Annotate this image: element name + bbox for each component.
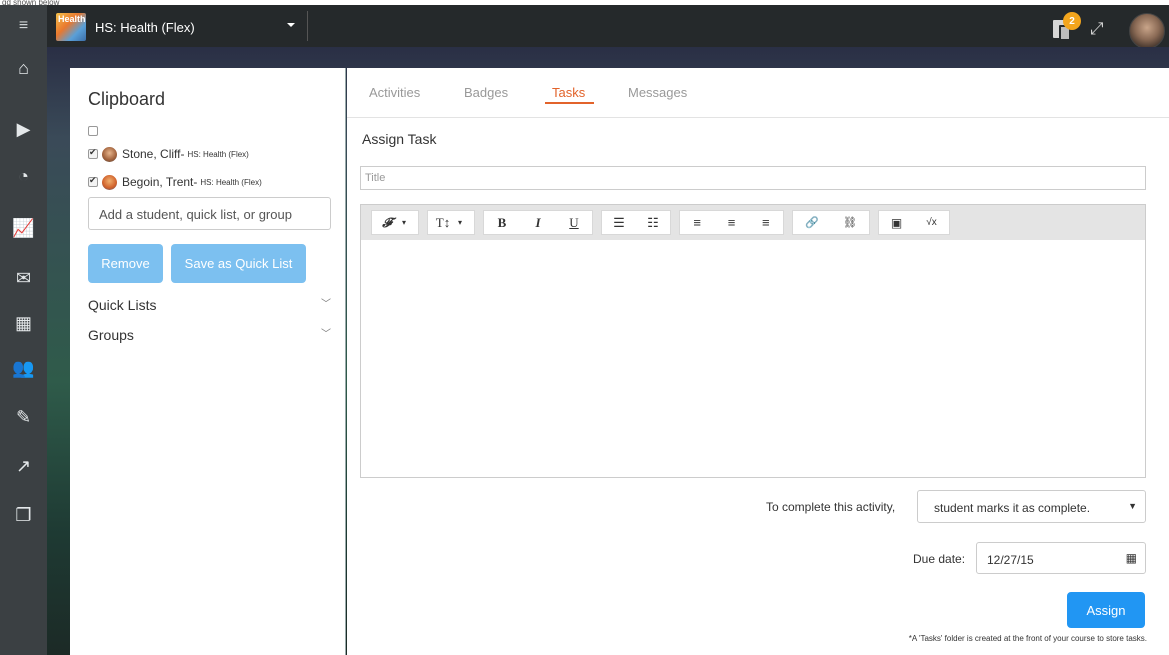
remove-button[interactable]: Remove	[88, 244, 163, 283]
student-course: HS: Health (Flex)	[187, 149, 249, 159]
math-button[interactable]: √x	[914, 217, 949, 228]
rich-text-editor: 𝓕 ▾ T↕ ▾ B I U ☰ ☷ ≡ ≡ ≡ 🔗 ⛓ ▣ √x	[360, 204, 1146, 478]
divider	[307, 11, 308, 41]
notifications-button[interactable]: 2	[1051, 12, 1081, 42]
tab-bar: Activities Badges Tasks Messages	[347, 68, 1169, 118]
tasks-folder-note: *A 'Tasks' folder is created at the fron…	[908, 634, 1147, 643]
hamburger-icon: ≡	[18, 17, 29, 34]
notification-badge: 2	[1063, 12, 1081, 30]
chevron-down-icon: ﹀	[321, 299, 331, 310]
clipboard-title: Clipboard	[88, 89, 166, 109]
top-bar: ≡ Health HS: Health (Flex) 2 ⤢	[0, 5, 1169, 49]
italic-button[interactable]: I	[520, 215, 556, 231]
sidebar: ⌂ ▶ ◔ 📈 ✉ ▦ 👥 ✎ ↗ ❐	[0, 47, 47, 655]
chevron-down-icon	[287, 23, 295, 27]
insert-image-button[interactable]: ▣	[879, 216, 914, 230]
student-name: Begoin, Trent	[122, 175, 194, 189]
main-panel: Activities Badges Tasks Messages Assign …	[347, 68, 1169, 655]
users-icon[interactable]: 👥	[0, 353, 47, 383]
align-left-button[interactable]: ≡	[680, 215, 714, 230]
task-title-input[interactable]: Title	[360, 166, 1146, 190]
tab-tasks[interactable]: Tasks	[552, 85, 585, 100]
unlink-button[interactable]: ⛓	[831, 216, 869, 229]
tab-activities[interactable]: Activities	[369, 85, 420, 100]
calendar-icon[interactable]: ▦	[0, 308, 47, 338]
clipboard-panel: Clipboard Stone, Cliff - HS: Health (Fle…	[70, 68, 346, 655]
tab-messages[interactable]: Messages	[628, 85, 687, 100]
home-icon[interactable]: ⌂	[0, 53, 47, 83]
tab-badges[interactable]: Badges	[464, 85, 508, 100]
mail-icon[interactable]: ✉	[0, 263, 47, 293]
student-name: Stone, Cliff	[122, 147, 181, 161]
quick-lists-toggle[interactable]: Quick Lists ﹀	[88, 297, 331, 313]
select-all-checkbox[interactable]	[88, 126, 98, 136]
align-right-button[interactable]: ≡	[749, 215, 783, 230]
course-selector[interactable]: Health HS: Health (Flex)	[56, 11, 301, 43]
add-student-input[interactable]: Add a student, quick list, or group	[88, 197, 331, 230]
align-center-button[interactable]: ≡	[714, 215, 748, 230]
calendar-icon[interactable]: ▦	[1126, 551, 1137, 565]
course-thumbnail: Health	[56, 13, 86, 41]
student-avatar	[102, 174, 117, 190]
save-quick-list-button[interactable]: Save as Quick List	[171, 244, 306, 283]
bold-button[interactable]: B	[484, 215, 520, 231]
numbered-list-button[interactable]: ☷	[636, 215, 670, 231]
external-link-icon[interactable]: ↗	[0, 451, 47, 481]
chevron-down-icon: ▼	[1128, 501, 1137, 511]
caret-down-icon: ▾	[402, 218, 407, 227]
bullet-list-button[interactable]: ☰	[602, 215, 636, 231]
student-course: HS: Health (Flex)	[200, 177, 262, 187]
font-size-button[interactable]: T↕ ▾	[427, 210, 475, 235]
completion-select[interactable]: student marks it as complete. ▼	[917, 490, 1146, 523]
font-family-button[interactable]: 𝓕 ▾	[371, 210, 419, 235]
documents-icon[interactable]: ❐	[0, 500, 47, 530]
avatar[interactable]	[1129, 13, 1165, 49]
student-checkbox[interactable]	[88, 147, 98, 159]
expand-icon[interactable]: ⤢	[1090, 19, 1104, 39]
editor-toolbar: 𝓕 ▾ T↕ ▾ B I U ☰ ☷ ≡ ≡ ≡ 🔗 ⛓ ▣ √x	[361, 205, 1145, 240]
dashboard-icon[interactable]: ◔	[0, 161, 47, 191]
play-icon[interactable]: ▶	[0, 114, 47, 144]
underline-button[interactable]: U	[556, 215, 592, 231]
student-row: Begoin, Trent - HS: Health (Flex)	[88, 173, 262, 191]
due-date-label: Due date:	[913, 552, 966, 566]
student-checkbox[interactable]	[88, 175, 98, 187]
caret-down-icon: ▾	[458, 218, 463, 227]
hamburger-menu-button[interactable]: ≡	[0, 5, 47, 47]
student-avatar	[102, 146, 117, 162]
edit-icon[interactable]: ✎	[0, 402, 47, 432]
chart-icon[interactable]: 📈	[0, 213, 47, 243]
assign-button[interactable]: Assign	[1067, 592, 1145, 628]
link-button[interactable]: 🔗	[793, 216, 831, 229]
assign-task-heading: Assign Task	[362, 131, 437, 147]
student-row: Stone, Cliff - HS: Health (Flex)	[88, 145, 249, 163]
chevron-down-icon: ﹀	[321, 329, 331, 340]
course-name: HS: Health (Flex)	[95, 19, 195, 35]
groups-toggle[interactable]: Groups ﹀	[88, 327, 331, 343]
active-tab-indicator	[545, 102, 594, 104]
completion-label: To complete this activity,	[766, 500, 896, 514]
due-date-input[interactable]: 12/27/15 ▦	[976, 542, 1146, 574]
